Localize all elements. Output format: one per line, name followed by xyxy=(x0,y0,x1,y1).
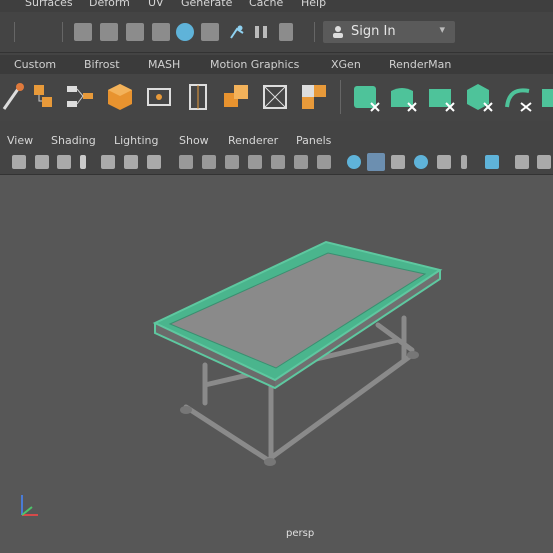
select-camera-icon[interactable] xyxy=(12,155,26,169)
field-chart-icon[interactable] xyxy=(248,155,262,169)
isolate-select-icon[interactable] xyxy=(515,155,529,169)
menu-generate[interactable]: Generate xyxy=(181,0,232,9)
shadows-icon[interactable] xyxy=(437,155,451,169)
panel-menu-renderer[interactable]: Renderer xyxy=(228,134,278,147)
pause-icon[interactable] xyxy=(252,23,270,41)
tab-bifrost[interactable]: Bifrost xyxy=(84,58,120,71)
render-sphere-icon[interactable] xyxy=(176,23,194,41)
clapper-icon[interactable] xyxy=(126,23,144,41)
panel-menu-view[interactable]: View xyxy=(7,134,33,147)
center-pivot-icon[interactable] xyxy=(298,81,330,113)
geometry-boxes-icon[interactable] xyxy=(220,81,252,113)
grease-pencil-icon[interactable] xyxy=(124,155,138,169)
panel-menu-panels[interactable]: Panels xyxy=(296,134,331,147)
textured-icon[interactable] xyxy=(391,155,405,169)
ambient-occlusion-icon[interactable] xyxy=(461,155,467,169)
xgen-curve-icon[interactable] xyxy=(503,81,535,113)
viewport[interactable]: persp xyxy=(0,175,553,553)
camera-attributes-icon[interactable] xyxy=(35,155,49,169)
shelf xyxy=(0,74,553,121)
table-model[interactable] xyxy=(0,175,553,553)
shelf-tabs: Custom Bifrost MASH Motion Graphics XGen… xyxy=(0,55,553,74)
clapper-icon[interactable] xyxy=(74,23,92,41)
safe-action-icon[interactable] xyxy=(271,155,285,169)
status-line-separator xyxy=(14,22,15,42)
menu-cache[interactable]: Cache xyxy=(249,0,283,9)
panel-menu-bar: View Shading Lighting Show Renderer Pane… xyxy=(0,132,553,149)
menu-deform[interactable]: Deform xyxy=(89,0,130,9)
bookmarks-icon[interactable] xyxy=(57,155,71,169)
lights-icon[interactable] xyxy=(414,155,428,169)
cube-icon[interactable] xyxy=(104,81,136,113)
grid-icon[interactable] xyxy=(147,155,161,169)
tab-mash[interactable]: MASH xyxy=(148,58,180,71)
xgen-extra-icon[interactable] xyxy=(540,81,553,113)
wireframe-icon[interactable] xyxy=(317,155,331,169)
axis-gizmo-icon xyxy=(21,495,38,516)
image-plane-icon[interactable] xyxy=(80,155,86,169)
status-line-separator xyxy=(314,22,315,42)
resolution-gate-icon[interactable] xyxy=(202,155,216,169)
gate-mask-icon[interactable] xyxy=(225,155,239,169)
xray-icon[interactable] xyxy=(537,155,551,169)
panel-menu-show[interactable]: Show xyxy=(179,134,209,147)
panel-toolbar xyxy=(0,150,553,175)
tab-renderman[interactable]: RenderMan xyxy=(389,58,451,71)
status-line: Sign In ▾ xyxy=(0,12,553,53)
pivot-box-icon[interactable] xyxy=(182,81,214,113)
freeze-transform-icon[interactable] xyxy=(259,81,291,113)
clapper-icon[interactable] xyxy=(201,23,219,41)
xgen-groom-icon[interactable] xyxy=(388,81,420,113)
tab-custom[interactable]: Custom xyxy=(14,58,56,71)
anti-aliasing-icon[interactable] xyxy=(485,155,499,169)
film-gate-icon[interactable] xyxy=(179,155,193,169)
xgen-guides-icon[interactable] xyxy=(464,81,496,113)
panel-menu-lighting[interactable]: Lighting xyxy=(114,134,158,147)
tab-xgen[interactable]: XGen xyxy=(331,58,361,71)
sign-in-label: Sign In xyxy=(351,24,396,39)
user-icon xyxy=(333,26,343,38)
chevron-down-icon: ▾ xyxy=(439,23,445,36)
node-tree-icon[interactable] xyxy=(65,81,97,113)
2d-pan-zoom-icon[interactable] xyxy=(101,155,115,169)
status-line-separator xyxy=(62,22,63,42)
safe-title-icon[interactable] xyxy=(294,155,308,169)
smooth-shade-icon[interactable] xyxy=(347,155,361,169)
clapper-icon[interactable] xyxy=(100,23,118,41)
panel-menu-shading[interactable]: Shading xyxy=(51,134,96,147)
main-menu-bar: Surfaces Deform UV Generate Cache Help xyxy=(0,0,553,12)
menu-surfaces[interactable]: Surfaces xyxy=(25,0,73,9)
bounding-box-icon[interactable] xyxy=(143,81,175,113)
clapper-icon[interactable] xyxy=(279,23,293,41)
sign-in-button[interactable]: Sign In ▾ xyxy=(323,21,455,43)
xgen-description-icon[interactable] xyxy=(351,81,383,113)
tab-motion-graphics[interactable]: Motion Graphics xyxy=(210,58,299,71)
xgen-interactive-icon[interactable] xyxy=(426,81,458,113)
menu-help[interactable]: Help xyxy=(301,0,326,9)
camera-label: persp xyxy=(286,528,315,539)
hierarchy-icon[interactable] xyxy=(28,81,60,113)
clapper-icon[interactable] xyxy=(152,23,170,41)
wireframe-on-shaded-icon[interactable] xyxy=(367,153,385,171)
menu-uv[interactable]: UV xyxy=(148,0,164,9)
ipr-render-icon[interactable] xyxy=(228,23,246,41)
shelf-separator xyxy=(340,80,341,114)
